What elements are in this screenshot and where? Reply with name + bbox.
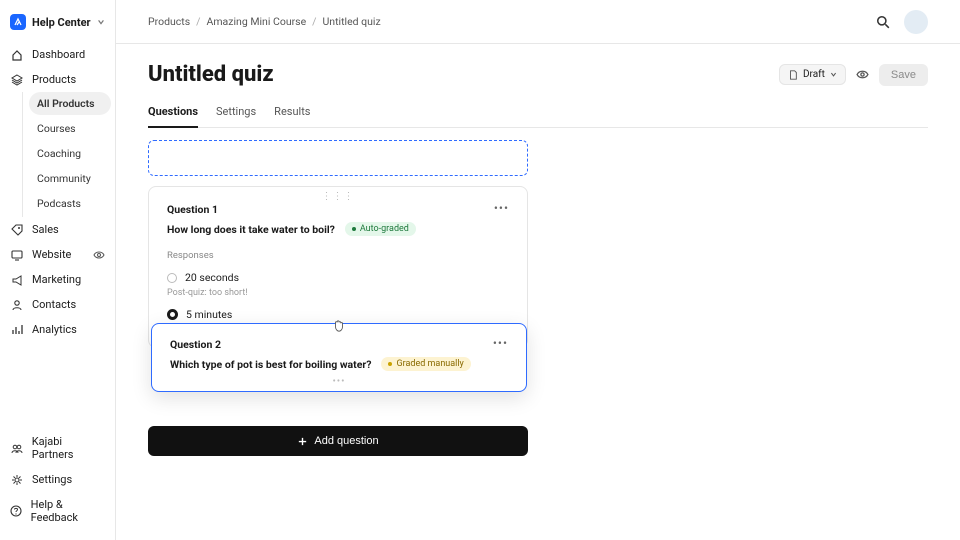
- more-icon[interactable]: •••: [493, 338, 508, 351]
- question-text: Which type of pot is best for boiling wa…: [170, 358, 371, 371]
- add-question-label: Add question: [314, 435, 378, 447]
- save-button[interactable]: Save: [879, 64, 928, 86]
- breadcrumb-products[interactable]: Products: [148, 15, 190, 28]
- tag-icon: [10, 224, 24, 236]
- help-icon: [10, 505, 23, 517]
- page-title: Untitled quiz: [148, 62, 274, 87]
- response-text: 20 seconds: [185, 271, 239, 284]
- nav-marketing[interactable]: Marketing: [0, 267, 115, 292]
- nav-products[interactable]: Products: [0, 67, 115, 92]
- partners-icon: [10, 442, 24, 454]
- plus-icon: [297, 436, 308, 447]
- nav-label: Analytics: [32, 323, 77, 336]
- status-label: Draft: [803, 69, 825, 80]
- nav-label: Dashboard: [32, 48, 85, 61]
- drag-handle-icon[interactable]: ⋮⋮⋮: [322, 191, 355, 202]
- document-icon: [788, 70, 798, 80]
- question-label: Question 1: [167, 203, 218, 216]
- drop-zone[interactable]: [148, 140, 528, 176]
- tab-settings[interactable]: Settings: [216, 99, 256, 127]
- status-dropdown[interactable]: Draft: [779, 64, 846, 85]
- topbar: Products / Amazing Mini Course / Untitle…: [116, 0, 960, 44]
- subnav-community[interactable]: Community: [29, 167, 111, 190]
- add-question-button[interactable]: Add question: [148, 426, 528, 456]
- tab-results[interactable]: Results: [274, 99, 310, 127]
- megaphone-icon: [10, 274, 24, 286]
- radio-icon: [167, 273, 177, 283]
- nav-help[interactable]: Help & Feedback: [0, 492, 115, 530]
- nav-contacts[interactable]: Contacts: [0, 292, 115, 317]
- drag-handle-icon[interactable]: •••: [332, 376, 345, 387]
- nav-label: Settings: [32, 473, 72, 486]
- response-feedback: Post-quiz: too short!: [167, 288, 509, 298]
- preview-icon[interactable]: [856, 68, 869, 81]
- home-icon: [10, 49, 24, 61]
- response-text: 5 minutes: [186, 308, 232, 321]
- grab-cursor-icon: [332, 318, 346, 332]
- workspace-name: Help Center: [32, 16, 91, 29]
- nav-label: Products: [32, 73, 76, 86]
- breadcrumb-course[interactable]: Amazing Mini Course: [206, 15, 306, 28]
- main: Products / Amazing Mini Course / Untitle…: [116, 0, 960, 540]
- content: Untitled quiz Draft Save Questions Setti…: [116, 44, 960, 474]
- subnav-podcasts[interactable]: Podcasts: [29, 192, 111, 215]
- nav-label: Website: [32, 248, 71, 261]
- brand-logo: [10, 14, 26, 30]
- sidebar: Help Center Dashboard Products All Produ…: [0, 0, 116, 540]
- nav-label: Kajabi Partners: [32, 435, 105, 461]
- nav-website[interactable]: Website: [0, 242, 115, 267]
- response-option[interactable]: 20 seconds: [167, 271, 509, 284]
- subnav-courses[interactable]: Courses: [29, 117, 111, 140]
- avatar[interactable]: [904, 10, 928, 34]
- workspace-switcher[interactable]: Help Center: [0, 10, 115, 42]
- grading-badge: Graded manually: [381, 357, 470, 371]
- eye-icon[interactable]: [93, 249, 105, 261]
- sidebar-bottom: Kajabi Partners Settings Help & Feedback: [0, 429, 115, 530]
- search-icon[interactable]: [876, 15, 890, 29]
- gear-icon: [10, 474, 24, 486]
- nav-label: Contacts: [32, 298, 76, 311]
- nav-sales[interactable]: Sales: [0, 217, 115, 242]
- radio-selected-icon: [167, 309, 178, 320]
- nav-settings[interactable]: Settings: [0, 467, 115, 492]
- primary-nav: Dashboard Products All Products Courses …: [0, 42, 115, 342]
- grading-badge: Auto-graded: [345, 222, 416, 236]
- nav-label: Sales: [32, 223, 59, 236]
- nav-analytics[interactable]: Analytics: [0, 317, 115, 342]
- more-icon[interactable]: •••: [494, 203, 509, 216]
- tabs: Questions Settings Results: [148, 99, 928, 128]
- breadcrumb: Products / Amazing Mini Course / Untitle…: [148, 15, 381, 28]
- subnav-coaching[interactable]: Coaching: [29, 142, 111, 165]
- tab-questions[interactable]: Questions: [148, 99, 198, 128]
- breadcrumb-current: Untitled quiz: [323, 15, 381, 28]
- question-label: Question 2: [170, 338, 221, 351]
- chart-icon: [10, 324, 24, 336]
- user-icon: [10, 299, 24, 311]
- nav-label: Help & Feedback: [31, 498, 105, 524]
- products-icon: [10, 74, 24, 86]
- question-card-2-dragging[interactable]: Question 2 ••• Which type of pot is best…: [151, 323, 527, 392]
- responses-heading: Responses: [167, 250, 509, 261]
- nav-label: Marketing: [32, 273, 81, 286]
- chevron-down-icon: [97, 18, 105, 26]
- products-subnav: All Products Courses Coaching Community …: [22, 92, 115, 217]
- question-text: How long does it take water to boil?: [167, 223, 335, 236]
- subnav-all-products[interactable]: All Products: [29, 92, 111, 115]
- chevron-down-icon: [830, 71, 837, 78]
- monitor-icon: [10, 249, 24, 261]
- nav-dashboard[interactable]: Dashboard: [0, 42, 115, 67]
- nav-partners[interactable]: Kajabi Partners: [0, 429, 115, 467]
